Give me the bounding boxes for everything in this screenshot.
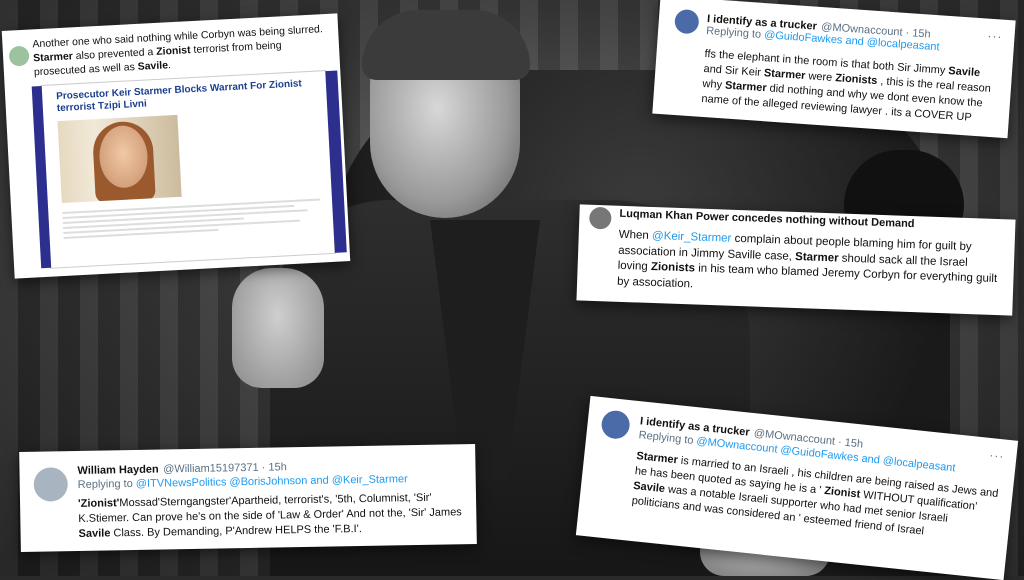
tweet-bold: Starmer	[635, 450, 679, 467]
man-hair	[362, 10, 530, 80]
tweet-bold: Zionist	[823, 484, 861, 501]
avatar	[600, 409, 632, 441]
avatar	[8, 45, 30, 67]
tweet-bold: Savile	[78, 527, 111, 540]
more-icon[interactable]: ···	[989, 448, 1005, 463]
tweet-text-part: When	[618, 228, 653, 242]
tweet-bold: 'Zionist'	[77, 497, 120, 510]
tweet-text: 'Zionist'Mossad'Sterngangster'Apartheid,…	[78, 490, 463, 541]
display-name[interactable]: William Hayden	[77, 464, 158, 477]
tweet-text-part: Mossad'Sterngangster'Apartheid, terroris…	[78, 491, 462, 525]
tweet-bold: Starmer	[32, 50, 74, 65]
article-headline[interactable]: Prosecutor Keir Starmer Blocks Warrant F…	[56, 78, 317, 116]
avatar	[33, 467, 69, 502]
tweet-text-part: Class. By Demanding, P'Andrew HELPS the …	[110, 522, 362, 540]
tweet-text: When @Keir_Starmer complain about people…	[617, 228, 999, 303]
tweet-card: Luqman Khan Power concedes nothing witho…	[576, 204, 1016, 316]
man-raised-hand	[232, 268, 324, 388]
handle[interactable]: @William15197371 · 15h	[163, 461, 287, 475]
article-photo	[57, 114, 182, 204]
tweet-text-part: .	[167, 59, 172, 72]
replying-prefix: Replying to	[77, 477, 136, 491]
article-body-blurred	[62, 196, 321, 242]
tweet-card: William Hayden @William15197371 · 15h Re…	[19, 444, 477, 552]
tweet-bold: Savile	[947, 65, 981, 80]
tweet-bold: Zionist	[155, 44, 191, 59]
tweet-bold: Savile	[632, 479, 666, 495]
more-icon[interactable]: ···	[987, 29, 1003, 44]
tweet-text-part: and Sir Keir	[703, 62, 765, 79]
tweet-bold: Starmer	[794, 250, 839, 264]
embedded-article[interactable]: Prosecutor Keir Starmer Blocks Warrant F…	[31, 70, 347, 269]
tweet-bold: Starmer	[763, 66, 806, 82]
tweet-bold: Starmer	[724, 79, 767, 95]
tweet-text: ffs the elephant in the room is that bot…	[701, 47, 998, 127]
article-bar-left	[31, 85, 52, 269]
tweet-card-article: Another one who said nothing while Corby…	[1, 13, 351, 279]
avatar	[673, 8, 700, 35]
tweet-bold: Zionists	[834, 71, 878, 87]
tweet-bold: Savile	[137, 59, 169, 74]
mention-link[interactable]: @Keir_Starmer	[652, 230, 732, 245]
avatar	[588, 206, 612, 230]
tweet-bold: Zionists	[650, 260, 696, 275]
tweet-text-part: were	[805, 69, 836, 84]
